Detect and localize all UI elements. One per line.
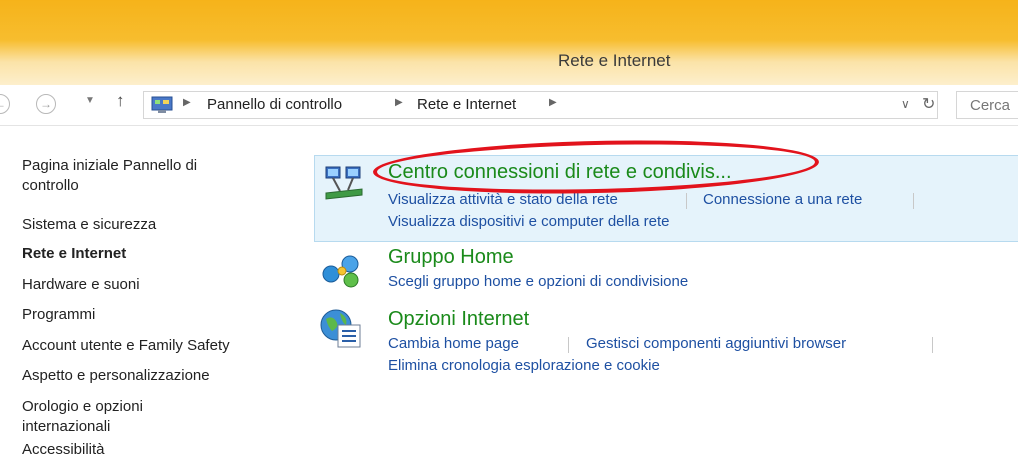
- search-placeholder: Cerca: [970, 97, 1011, 114]
- link-separator: [568, 337, 569, 353]
- sidebar-item-orologio[interactable]: Orologio e opzioni internazionali: [22, 397, 143, 437]
- forward-arrow-icon[interactable]: →: [36, 94, 56, 114]
- breadcrumb-item-rete-e-internet[interactable]: Rete e Internet: [417, 96, 516, 113]
- sidebar-item-aspetto[interactable]: Aspetto e personalizzazione: [22, 366, 210, 386]
- link-connect-to-network[interactable]: Connessione a una rete: [703, 191, 862, 208]
- network-sharing-center-icon: [325, 166, 363, 200]
- sidebar-item-hardware-e-suoni[interactable]: Hardware e suoni: [22, 275, 140, 295]
- internet-options-icon: [320, 309, 361, 348]
- breadcrumb-separator-icon: ▶: [395, 97, 403, 108]
- up-arrow-icon[interactable]: ↑: [116, 91, 125, 111]
- link-change-home-page[interactable]: Cambia home page: [388, 335, 519, 352]
- chevron-down-icon[interactable]: ∨: [901, 97, 910, 111]
- homegroup-icon: [322, 255, 359, 288]
- breadcrumb-item-pannello-di-controllo[interactable]: Pannello di controllo: [207, 96, 342, 113]
- recent-locations-chevron-icon[interactable]: ▼: [85, 95, 95, 106]
- sidebar-item-account-utente[interactable]: Account utente e Family Safety: [22, 336, 230, 356]
- link-manage-addons[interactable]: Gestisci componenti aggiuntivi browser: [586, 335, 846, 352]
- window-title: Rete e Internet: [558, 51, 671, 70]
- title-bar: Rete e Internet: [0, 0, 1018, 85]
- link-separator: [913, 193, 914, 209]
- breadcrumb-separator-icon: ▶: [183, 97, 191, 108]
- control-panel-icon: [151, 96, 173, 113]
- refresh-icon[interactable]: ↻: [922, 94, 935, 114]
- sidebar-item-rete-e-internet: Rete e Internet: [22, 245, 127, 262]
- address-bar[interactable]: ▶ Pannello di controllo ▶ Rete e Interne…: [143, 91, 938, 119]
- sidebar-item-pagina-iniziale[interactable]: Pagina iniziale Pannello di controllo: [22, 156, 197, 196]
- sidebar-item-sistema-e-sicurezza[interactable]: Sistema e sicurezza: [22, 215, 156, 235]
- sidebar-item-accessibilita[interactable]: Accessibilità: [22, 440, 105, 460]
- sidebar-item-programmi[interactable]: Programmi: [22, 305, 95, 325]
- category-title-homegroup[interactable]: Gruppo Home: [388, 246, 514, 269]
- link-delete-browsing-history[interactable]: Elimina cronologia esplorazione e cookie: [388, 357, 660, 374]
- breadcrumb-separator-icon: ▶: [549, 97, 557, 108]
- link-choose-homegroup[interactable]: Scegli gruppo home e opzioni di condivis…: [388, 273, 688, 290]
- category-title-internet-options[interactable]: Opzioni Internet: [388, 308, 529, 331]
- search-input[interactable]: Cerca: [956, 91, 1018, 119]
- link-view-network-devices[interactable]: Visualizza dispositivi e computer della …: [388, 213, 670, 230]
- link-view-network-status[interactable]: Visualizza attività e stato della rete: [388, 191, 618, 208]
- link-separator: [686, 193, 687, 209]
- navigation-bar: ← → ▼ ↑ ▶ Pannello di controllo ▶ Rete e…: [0, 85, 1018, 126]
- link-separator: [932, 337, 933, 353]
- back-arrow-icon[interactable]: ←: [0, 94, 10, 114]
